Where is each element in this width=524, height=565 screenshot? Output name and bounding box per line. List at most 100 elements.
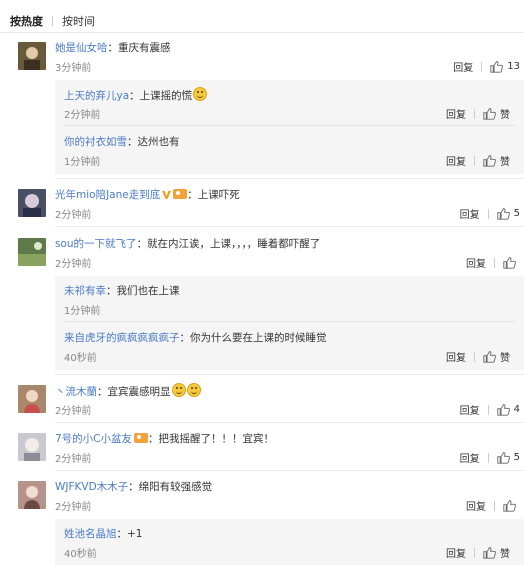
- reply-button[interactable]: 回复: [466, 255, 486, 270]
- comment-text: 就在内江诶，上课，，，，睡着都吓醒了: [147, 238, 321, 250]
- username-link[interactable]: 你的衬衣如雪: [64, 136, 127, 148]
- thumbs-up-icon: [483, 351, 496, 363]
- divider: [64, 321, 515, 322]
- reply-text: 达州也有: [137, 136, 180, 148]
- thumbs-up-icon: [483, 108, 496, 120]
- comment-time: 2分钟前: [55, 210, 92, 221]
- divider: [55, 226, 524, 227]
- comment-text: 重庆有震感: [118, 42, 171, 54]
- reply-button[interactable]: 回复: [446, 545, 466, 560]
- reply-actions: 回复 赞: [446, 106, 510, 121]
- comment-actions: 回复: [466, 255, 520, 270]
- thumbs-up-icon: [503, 257, 516, 269]
- reply-time: 1分钟前: [64, 306, 101, 317]
- thumbs-up-icon: [496, 208, 510, 220]
- like-button[interactable]: 13: [490, 60, 520, 73]
- level-badge-icon: [134, 433, 149, 443]
- like-button[interactable]: 赞: [483, 153, 510, 168]
- like-button[interactable]: [503, 499, 520, 512]
- like-button[interactable]: [503, 256, 520, 269]
- reply-button[interactable]: 回复: [466, 498, 486, 513]
- username-link[interactable]: 7号的小C小盆友: [55, 433, 132, 445]
- tab-by-popularity[interactable]: 按热度: [10, 13, 43, 29]
- thumbs-up-icon: [483, 547, 496, 559]
- avatar[interactable]: [18, 481, 46, 509]
- username-link[interactable]: 丶流木蘭: [55, 386, 97, 398]
- comment-actions: 回复 4: [460, 402, 520, 417]
- reply-list: 姓池名晶旭：+1 40秒前 回复 赞: [55, 519, 524, 565]
- reply-text: 上课摇的慌: [139, 90, 193, 102]
- reply-button[interactable]: 回复: [446, 349, 466, 364]
- reply-list: 上天的弃儿ya：上课摇的慌 2分钟前 回复 赞 你的衬衣如雪：达州也有 1分钟前…: [55, 80, 524, 174]
- reply-button[interactable]: 回复: [460, 402, 480, 417]
- like-count: 5: [513, 452, 520, 463]
- comment-actions: 回复 5: [460, 450, 520, 465]
- reply-button[interactable]: 回复: [460, 206, 480, 221]
- sort-tabs: 按热度 按时间: [10, 13, 95, 29]
- reply-actions: 回复 赞: [446, 349, 510, 364]
- like-button[interactable]: 赞: [483, 106, 510, 121]
- reply-time: 40秒前: [64, 549, 97, 560]
- comment-time: 2分钟前: [55, 259, 92, 270]
- comment-text: 绵阳有较强感觉: [138, 481, 213, 493]
- like-count: 5: [513, 208, 520, 219]
- laughing-emoji-icon: [171, 383, 186, 397]
- reply-actions: 回复 赞: [446, 153, 510, 168]
- comment-time: 2分钟前: [55, 502, 92, 513]
- like-button[interactable]: 5: [496, 451, 520, 464]
- divider: [0, 32, 524, 33]
- reply-button[interactable]: 回复: [446, 106, 466, 121]
- thumbs-up-icon: [496, 404, 510, 416]
- avatar[interactable]: [18, 433, 46, 461]
- tab-divider: [52, 16, 53, 26]
- avatar[interactable]: [18, 189, 46, 217]
- divider: [64, 125, 515, 126]
- reply-text: 我们也在上课: [116, 285, 180, 297]
- like-count: 4: [513, 404, 520, 415]
- laughing-emoji-icon: [193, 87, 208, 101]
- comment-time: 2分钟前: [55, 406, 92, 417]
- like-label: 赞: [500, 157, 510, 168]
- username-link[interactable]: 未祁有幸: [64, 285, 106, 297]
- reply-button[interactable]: 回复: [446, 153, 466, 168]
- username-link[interactable]: 来自虎牙的疯疯疯疯疯子: [64, 332, 180, 344]
- avatar[interactable]: [18, 385, 46, 413]
- divider: [55, 470, 524, 471]
- thumbs-up-icon: [490, 61, 504, 73]
- like-label: 赞: [500, 110, 510, 121]
- comment-actions: 回复 13: [453, 59, 520, 74]
- tab-by-time[interactable]: 按时间: [62, 13, 95, 29]
- like-button[interactable]: 赞: [483, 545, 510, 560]
- reply-button[interactable]: 回复: [453, 59, 473, 74]
- thumbs-up-icon: [503, 500, 516, 512]
- username-link[interactable]: 上天的弃儿ya: [64, 90, 129, 102]
- comment-time: 3分钟前: [55, 63, 92, 74]
- username-link[interactable]: WJFKVD木木子: [55, 481, 128, 493]
- reply-time: 40秒前: [64, 353, 97, 364]
- like-button[interactable]: 4: [496, 403, 520, 416]
- reply-list: 未祁有幸：我们也在上课 1分钟前 来自虎牙的疯疯疯疯疯子：你为什么要在上课的时候…: [55, 276, 524, 370]
- laughing-emoji-icon: [186, 383, 201, 397]
- comment-text: 把我摇醒了！！！宜宾！: [158, 433, 275, 445]
- reply-actions: 回复 赞: [446, 545, 510, 560]
- reply-time: 2分钟前: [64, 110, 101, 121]
- comment-text: 宜宾震感明显: [107, 386, 171, 398]
- like-button[interactable]: 赞: [483, 349, 510, 364]
- vip-icon: [162, 190, 172, 199]
- thumbs-up-icon: [496, 452, 510, 464]
- avatar[interactable]: [18, 238, 46, 266]
- reply-text: +1: [127, 528, 143, 540]
- like-label: 赞: [500, 353, 510, 364]
- username-link[interactable]: sou的一下就飞了: [55, 238, 137, 250]
- avatar[interactable]: [18, 42, 46, 70]
- comment-text: 上课吓死: [197, 189, 240, 201]
- username-link[interactable]: 她是仙女哈: [55, 42, 108, 54]
- like-button[interactable]: 5: [496, 207, 520, 220]
- username-link[interactable]: 光年mio陪Jane走到底: [55, 189, 160, 201]
- like-count: 13: [507, 61, 520, 72]
- comment-time: 2分钟前: [55, 454, 92, 465]
- thumbs-up-icon: [483, 155, 496, 167]
- username-link[interactable]: 姓池名晶旭: [64, 528, 117, 540]
- reply-button[interactable]: 回复: [460, 450, 480, 465]
- divider: [55, 374, 524, 375]
